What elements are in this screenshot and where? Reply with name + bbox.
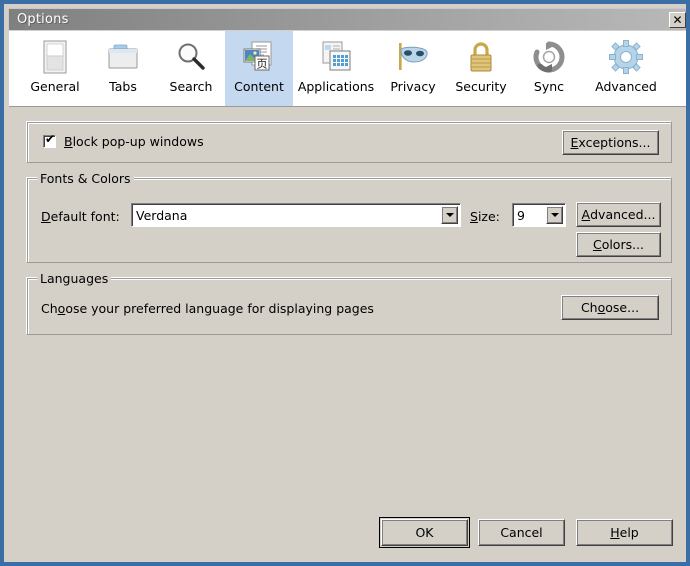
label-rest: ose...	[605, 300, 640, 315]
fonts-colors-title: Fonts & Colors	[37, 171, 134, 186]
block-popups-checkbox[interactable]: ✔	[43, 132, 56, 148]
tab-strip: General Tabs Search 页 Content Applicatio…	[9, 31, 686, 107]
tab-label: Advanced	[595, 79, 657, 94]
choose-language-button[interactable]: Ch o ose...	[561, 295, 659, 320]
applications-icon	[317, 38, 355, 76]
tab-tabs[interactable]: Tabs	[89, 31, 157, 106]
languages-title: Languages	[37, 271, 112, 286]
label-rest: xceptions...	[578, 135, 651, 150]
options-dialog-window: Options ✕ General Tabs Search 页 Content …	[0, 0, 690, 566]
label-part: Ch	[41, 301, 58, 316]
tab-privacy[interactable]: Privacy	[379, 31, 447, 106]
content-pages-icon: 页	[240, 38, 278, 76]
gear-icon	[607, 38, 645, 76]
folder-tab-icon	[104, 38, 142, 76]
tab-search[interactable]: Search	[157, 31, 225, 106]
label-rest: ose your preferred language for displayi…	[65, 301, 374, 316]
button-label: OK	[415, 525, 434, 540]
accel-char: H	[610, 525, 620, 540]
accel-char: B	[64, 134, 73, 149]
tab-security[interactable]: Security	[447, 31, 515, 106]
chevron-down-icon[interactable]	[441, 206, 458, 224]
label-rest: efault font:	[50, 209, 120, 224]
window-title: Options	[17, 12, 69, 27]
tab-applications[interactable]: Applications	[293, 31, 379, 106]
font-size-label: Size:	[470, 209, 500, 224]
fonts-advanced-button[interactable]: Advanced...	[576, 202, 661, 227]
label-rest: olors...	[601, 237, 645, 252]
tab-advanced[interactable]: Advanced	[583, 31, 669, 106]
popup-blocker-group: ✔ Block pop-up windows Exceptions...	[27, 122, 672, 163]
exceptions-button[interactable]: Exceptions...	[562, 130, 659, 155]
browser-window-icon	[36, 38, 74, 76]
label-part: Ch	[580, 300, 598, 315]
ok-button[interactable]: OK	[379, 517, 470, 548]
languages-description: Choose your preferred language for displ…	[41, 301, 374, 316]
tab-label: General	[30, 79, 80, 94]
close-icon[interactable]: ✕	[669, 12, 686, 28]
checkmark-icon: ✔	[45, 132, 56, 146]
tab-label: Applications	[297, 79, 375, 94]
label-rest: dvanced...	[590, 207, 656, 222]
label-rest: ize:	[477, 209, 500, 224]
cancel-button[interactable]: Cancel	[478, 519, 565, 546]
default-font-value: Verdana	[136, 207, 188, 223]
block-popups-label: Block pop-up windows	[64, 134, 204, 149]
tab-general[interactable]: General	[21, 31, 89, 106]
font-size-select[interactable]: 9	[512, 203, 566, 227]
accel-char: E	[570, 135, 579, 150]
fonts-colors-group: Fonts & Colors Default font: Verdana Siz…	[27, 171, 672, 263]
title-bar: Options ✕	[8, 8, 686, 30]
tab-label: Sync	[533, 79, 565, 94]
tab-label: Content	[234, 79, 284, 94]
label-rest: elp	[619, 525, 639, 540]
content-panel: ✔ Block pop-up windows Exceptions... Fon…	[9, 108, 686, 561]
label-rest: lock pop-up windows	[72, 134, 204, 149]
accel-char: D	[41, 209, 51, 224]
tab-label: Privacy	[390, 79, 436, 94]
magnifier-icon	[172, 38, 210, 76]
colors-button[interactable]: Colors...	[576, 232, 661, 257]
tab-label: Search	[169, 79, 213, 94]
accel-char: A	[581, 207, 591, 222]
accel-char: S	[470, 209, 478, 224]
chevron-down-icon[interactable]	[546, 206, 563, 224]
help-button[interactable]: Help	[576, 519, 673, 546]
tab-label: Tabs	[109, 79, 137, 94]
mask-icon	[394, 38, 432, 76]
button-label: Cancel	[500, 525, 543, 540]
font-size-value: 9	[517, 207, 525, 223]
svg-text:页: 页	[257, 58, 268, 71]
tab-sync[interactable]: Sync	[515, 31, 583, 106]
default-font-select[interactable]: Verdana	[131, 203, 461, 227]
sync-arrows-icon	[530, 38, 568, 76]
accel-char: C	[592, 237, 602, 252]
padlock-icon	[462, 38, 500, 76]
languages-group: Languages Choose your preferred language…	[27, 271, 672, 335]
tab-label: Security	[455, 79, 507, 94]
tab-content[interactable]: 页 Content	[225, 31, 293, 106]
default-font-label: Default font:	[41, 209, 120, 224]
accel-char: o	[597, 300, 606, 315]
